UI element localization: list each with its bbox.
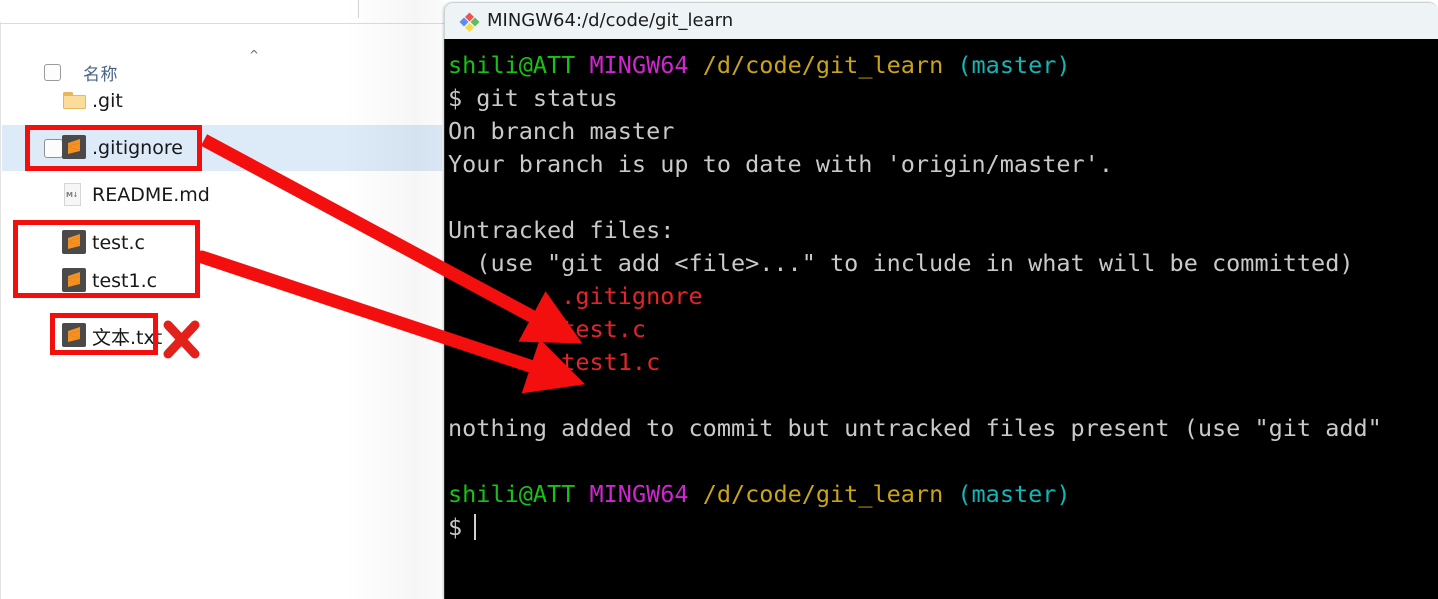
list-item[interactable]: .git (2, 78, 442, 124)
mingw-diamond-icon (459, 12, 480, 33)
terminal-text-segment: MINGW64 (589, 51, 689, 79)
terminal-lines: shili@ATT MINGW64 /d/code/git_learn (mas… (448, 49, 1436, 544)
terminal-text-segment: Your branch is up to date with 'origin/m… (448, 150, 1113, 178)
terminal-text-segment: $ git status (448, 84, 618, 112)
terminal-cursor (474, 514, 477, 540)
column-header-row: 名称 ^ (0, 24, 444, 85)
sublime-text-icon (62, 135, 88, 161)
markdown-file-icon: M↓ (62, 182, 88, 208)
file-name-label: .git (92, 90, 123, 112)
file-name-label: test.c (92, 232, 145, 254)
folder-icon (62, 88, 88, 114)
terminal-line: test.c (448, 313, 1436, 346)
terminal-output-area[interactable]: shili@ATT MINGW64 /d/code/git_learn (mas… (444, 39, 1438, 599)
terminal-text-segment: MINGW64 (589, 480, 689, 508)
terminal-text-segment: test.c (448, 315, 647, 343)
terminal-line: On branch master (448, 115, 1436, 148)
terminal-line: Your branch is up to date with 'origin/m… (448, 148, 1436, 181)
file-name-label: .gitignore (92, 137, 183, 159)
terminal-text-segment: On branch master (448, 117, 675, 145)
sublime-text-icon (62, 268, 88, 294)
terminal-line: $ git status (448, 82, 1436, 115)
terminal-text-segment: /d/code/git_learn (702, 480, 944, 508)
terminal-text-segment: (master) (957, 480, 1071, 508)
pane-left-border (0, 22, 1, 599)
terminal-line: nothing added to commit but untracked fi… (448, 412, 1436, 445)
terminal-text-segment: test1.c (448, 348, 661, 376)
toolbar-divider (358, 0, 359, 18)
list-item[interactable]: 文本.txt (2, 313, 442, 359)
sublime-text-icon (62, 323, 88, 349)
terminal-line: test1.c (448, 346, 1436, 379)
terminal-line: shili@ATT MINGW64 /d/code/git_learn (mas… (448, 478, 1436, 511)
terminal-text-segment: /d/code/git_learn (702, 51, 944, 79)
terminal-text-segment: .gitignore (448, 282, 703, 310)
terminal-line: Untracked files: (448, 214, 1436, 247)
terminal-line: (use "git add <file>..." to include in w… (448, 247, 1436, 280)
terminal-line: .gitignore (448, 280, 1436, 313)
list-item[interactable]: test1.c (2, 258, 442, 304)
terminal-text-segment: (use "git add <file>..." to include in w… (448, 249, 1354, 277)
terminal-text-segment: $ (448, 513, 463, 541)
terminal-text-segment: (master) (957, 51, 1071, 79)
terminal-title-label: MINGW64:/d/code/git_learn (487, 10, 734, 31)
row-checkbox[interactable] (44, 138, 63, 158)
terminal-text-segment: shili@ATT (448, 51, 576, 79)
sort-ascending-chevron-icon: ^ (249, 48, 260, 62)
terminal-text-segment: Untracked files: (448, 216, 675, 244)
file-name-label: test1.c (92, 270, 158, 292)
list-item[interactable]: .gitignore (2, 125, 442, 171)
file-name-label: README.md (92, 184, 210, 206)
terminal-line: shili@ATT MINGW64 /d/code/git_learn (mas… (448, 49, 1436, 82)
terminal-text-segment: shili@ATT (448, 480, 576, 508)
mingw64-terminal-window[interactable]: MINGW64:/d/code/git_learn shili@ATT MING… (444, 2, 1438, 599)
file-name-label: 文本.txt (92, 326, 163, 349)
terminal-title-bar[interactable]: MINGW64:/d/code/git_learn (444, 2, 1438, 39)
terminal-text-segment: nothing added to commit but untracked fi… (448, 414, 1382, 442)
list-item[interactable]: M↓ README.md (2, 172, 442, 218)
file-explorer-pane: 名称 ^ .git .gitignore M↓ README.md test.c… (0, 0, 444, 599)
terminal-line: $ (448, 511, 1436, 544)
sublime-text-icon (62, 230, 88, 256)
